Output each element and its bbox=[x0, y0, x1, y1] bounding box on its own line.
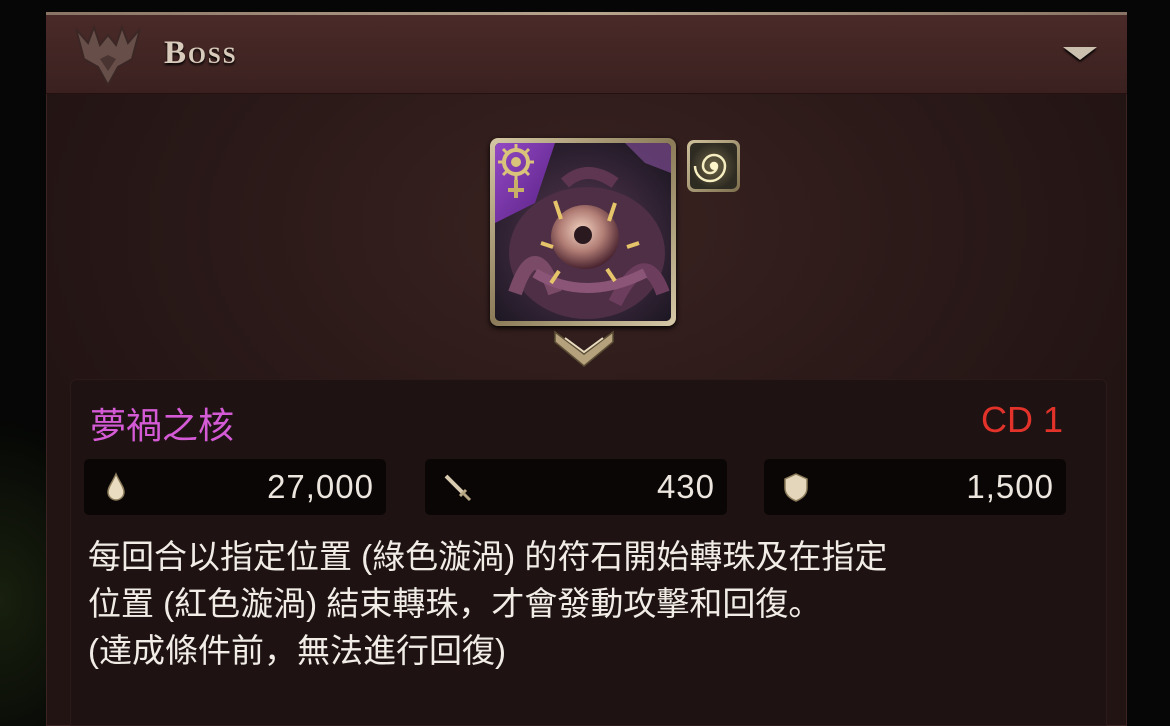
boss-portrait[interactable] bbox=[490, 138, 676, 326]
chevron-down-icon[interactable] bbox=[1063, 47, 1097, 60]
cooldown-label: CD 1 bbox=[980, 399, 1063, 440]
attack-stat: 430 bbox=[425, 459, 727, 515]
shield-icon bbox=[784, 473, 808, 502]
vortex-swirl bbox=[693, 153, 727, 183]
panel-title: Boss bbox=[164, 35, 238, 71]
sword-icon bbox=[444, 474, 472, 502]
attack-value: 430 bbox=[656, 468, 715, 505]
vortex-icon[interactable] bbox=[687, 140, 740, 192]
chevron-down-icon bbox=[554, 330, 614, 367]
sun-emblem-icon bbox=[498, 144, 534, 198]
boss-name: 夢禍之核 bbox=[90, 405, 235, 446]
hp-value: 27,000 bbox=[267, 468, 374, 505]
hp-drop-icon bbox=[107, 472, 125, 501]
dragon-head-icon bbox=[75, 24, 141, 88]
boss-panel: Boss 夢禍之核 CD 1 27,000 430 1,500 每回合以指定位置… bbox=[46, 12, 1127, 726]
game-screen: Boss 夢禍之核 CD 1 27,000 430 1,500 每回合以指定位置… bbox=[0, 0, 1170, 726]
hp-stat: 27,000 bbox=[84, 459, 386, 515]
defense-stat: 1,500 bbox=[764, 459, 1066, 515]
boss-panel-header[interactable]: Boss bbox=[46, 15, 1127, 94]
boss-info-box: 夢禍之核 CD 1 27,000 430 1,500 每回合以指定位置 (綠色漩… bbox=[70, 379, 1107, 726]
skill-description-line: 每回合以指定位置 (綠色漩渦) 的符石開始轉珠及在指定 bbox=[88, 538, 888, 575]
skill-description: 每回合以指定位置 (綠色漩渦) 的符石開始轉珠及在指定 位置 (紅色漩渦) 結束… bbox=[88, 533, 1088, 674]
skill-description-line: 位置 (紅色漩渦) 結束轉珠，才會發動攻擊和回復。 bbox=[88, 585, 822, 622]
defense-value: 1,500 bbox=[966, 468, 1054, 505]
skill-description-line: (達成條件前，無法進行回復) bbox=[88, 632, 506, 669]
